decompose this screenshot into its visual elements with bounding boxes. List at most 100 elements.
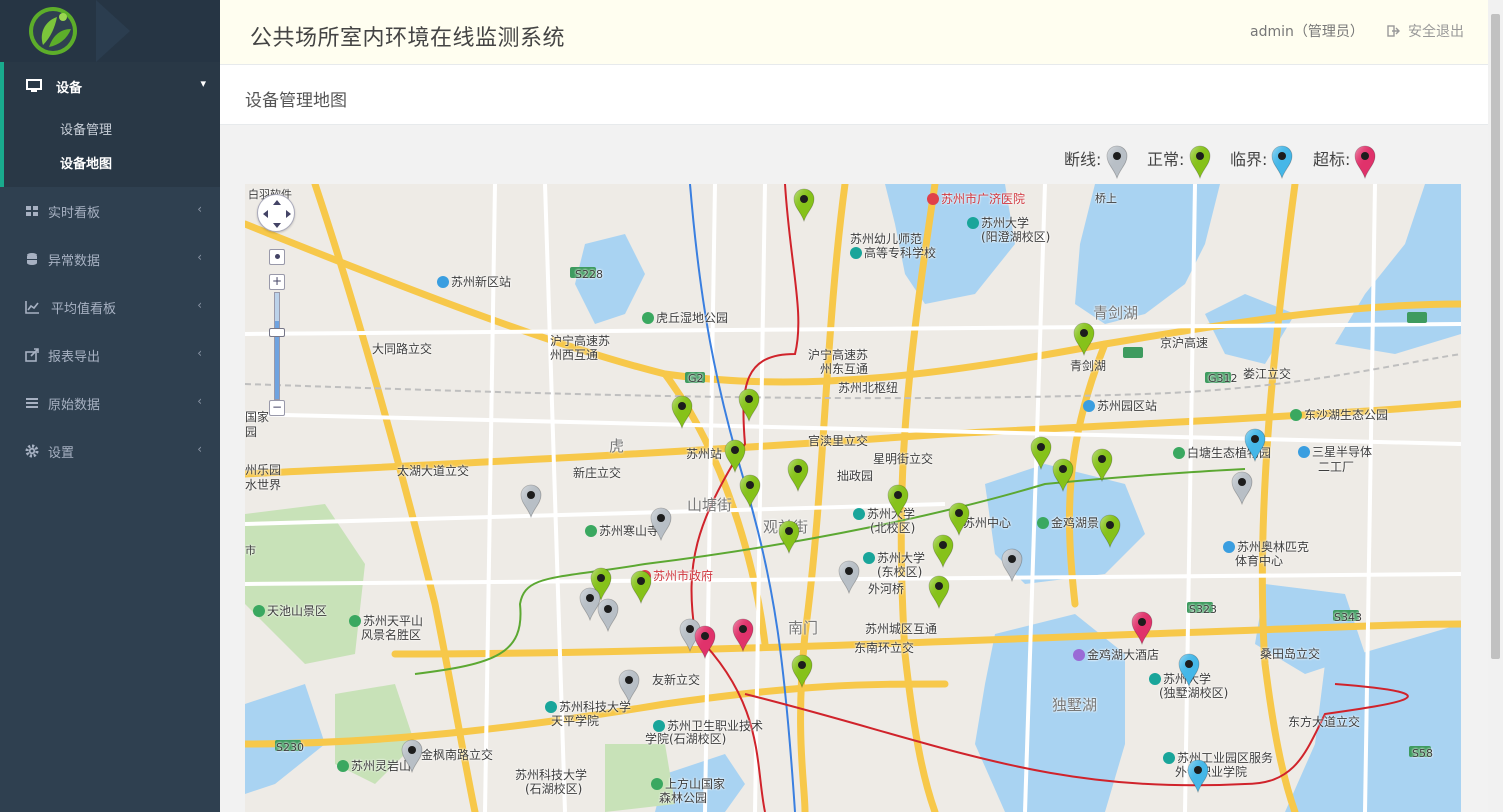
device-pin-offline[interactable] bbox=[519, 484, 543, 519]
map-marker-icon bbox=[1052, 458, 1074, 493]
device-pin-normal[interactable] bbox=[1029, 436, 1053, 471]
device-pin-offline[interactable] bbox=[837, 560, 861, 595]
device-pin-normal[interactable] bbox=[1051, 458, 1075, 493]
map-place-label-text: 森林公园 bbox=[659, 791, 708, 805]
sidebar-item-raw[interactable]: 原始数据 ‹ bbox=[0, 379, 220, 427]
poi-icon bbox=[1037, 517, 1049, 529]
device-pin-normal[interactable] bbox=[786, 458, 810, 493]
map-marker-icon bbox=[401, 739, 423, 774]
map-place-label-text: 高等专科学校 bbox=[864, 246, 937, 260]
device-pin-normal[interactable] bbox=[737, 388, 761, 423]
device-pin-offline[interactable] bbox=[617, 669, 641, 704]
device-pin-offline[interactable] bbox=[1000, 548, 1024, 583]
device-pin-offline[interactable] bbox=[1230, 471, 1254, 506]
map-place-label: S343 bbox=[1334, 611, 1362, 624]
map-place-label-text: 风景名胜区 bbox=[361, 628, 422, 642]
sidebar: 设备 ▾ 设备管理 设备地图 实时看板 ‹ 异常数据 ‹ 平均值看板 ‹ 报表导… bbox=[0, 0, 220, 812]
device-pin-normal[interactable] bbox=[1090, 448, 1114, 483]
device-map[interactable]: 苏州市广济医院 苏州大学 (阳澄湖校区) 苏州幼儿师范 高等专科学校 苏州新区站 S228 虎… bbox=[245, 184, 1461, 812]
device-pin-normal[interactable] bbox=[777, 520, 801, 555]
map-place-label-text: 星明街立交 bbox=[873, 452, 934, 466]
map-place-label-text: (阳澄湖校区) bbox=[981, 230, 1051, 244]
sidebar-item-settings[interactable]: 设置 ‹ bbox=[0, 427, 220, 475]
sidebar-item-label: 设置 bbox=[48, 446, 75, 461]
map-marker-icon bbox=[1030, 436, 1052, 471]
map-place-label: (北校区) bbox=[870, 519, 915, 536]
sidebar-item-abnormal[interactable]: 异常数据 ‹ bbox=[0, 235, 220, 283]
sidebar-item-export[interactable]: 报表导出 ‹ bbox=[0, 331, 220, 379]
device-pin-offline[interactable] bbox=[649, 507, 673, 542]
sidebar-subitem-device-map[interactable]: 设备地图 bbox=[60, 153, 112, 172]
map-place-label-text: 苏州城区互通 bbox=[865, 622, 938, 636]
device-pin-critical[interactable] bbox=[1186, 759, 1210, 794]
device-pin-offline[interactable] bbox=[596, 598, 620, 633]
map-place-label-text: 新庄立交 bbox=[573, 466, 622, 480]
poi-icon bbox=[642, 312, 654, 324]
legend-offline-pin-icon bbox=[1105, 145, 1129, 180]
device-pin-normal[interactable] bbox=[947, 502, 971, 537]
map-marker-icon bbox=[787, 458, 809, 493]
sign-out-icon bbox=[1387, 25, 1400, 37]
user-name[interactable]: admin（管理员） bbox=[1250, 21, 1364, 41]
device-pin-exceed[interactable] bbox=[693, 625, 717, 660]
page-scrollbar[interactable] bbox=[1488, 0, 1503, 812]
scrollbar-thumb[interactable] bbox=[1491, 14, 1500, 659]
device-pin-normal[interactable] bbox=[670, 395, 694, 430]
device-pin-normal[interactable] bbox=[1098, 514, 1122, 549]
poi-icon bbox=[253, 605, 265, 617]
device-pin-normal[interactable] bbox=[738, 474, 762, 509]
map-marker-icon bbox=[650, 507, 672, 542]
map-place-label-text: 京沪高速 bbox=[1160, 336, 1209, 350]
device-pin-critical[interactable] bbox=[1177, 653, 1201, 688]
poi-icon bbox=[585, 525, 597, 537]
map-place-label-text: 官渎里立交 bbox=[808, 434, 869, 448]
zoom-slider-handle[interactable] bbox=[269, 328, 285, 337]
map-marker-icon bbox=[724, 439, 746, 474]
device-pin-normal[interactable] bbox=[792, 188, 816, 223]
map-place-label-text: 虎丘湿地公园 bbox=[656, 311, 729, 325]
device-pin-offline[interactable] bbox=[400, 739, 424, 774]
chevron-down-icon: ▾ bbox=[200, 77, 206, 90]
map-place-label: 外河桥 bbox=[868, 580, 904, 597]
map-place-label-text: 桑田岛立交 bbox=[1260, 647, 1321, 661]
zoom-in-button[interactable]: + bbox=[269, 274, 285, 290]
sidebar-subitem-device-manage[interactable]: 设备管理 bbox=[60, 119, 112, 138]
map-place-label: 东方大道立交 bbox=[1288, 713, 1360, 730]
map-place-label-text: S323 bbox=[1189, 603, 1217, 616]
map-place-label: 拙政园 bbox=[837, 467, 873, 484]
zoom-slider-track[interactable] bbox=[274, 292, 280, 400]
zoom-out-button[interactable]: − bbox=[269, 400, 285, 416]
device-pin-normal[interactable] bbox=[886, 484, 910, 519]
map-marker-icon bbox=[928, 575, 950, 610]
map-place-label: 桑田岛立交 bbox=[1260, 645, 1320, 662]
device-pin-normal[interactable] bbox=[927, 575, 951, 610]
map-pan-control[interactable] bbox=[257, 194, 295, 232]
device-pin-normal[interactable] bbox=[1072, 322, 1096, 357]
device-pin-normal[interactable] bbox=[790, 654, 814, 689]
map-marker-icon bbox=[1091, 448, 1113, 483]
device-pin-exceed[interactable] bbox=[1130, 611, 1154, 646]
map-place-label-text: 东方大道立交 bbox=[1288, 715, 1361, 729]
device-pin-critical[interactable] bbox=[1243, 428, 1267, 463]
sidebar-item-device[interactable]: 设备 ▾ bbox=[4, 62, 224, 110]
locate-button[interactable] bbox=[269, 249, 285, 265]
map-marker-icon bbox=[739, 474, 761, 509]
map-place-label: 苏州市广济医院 bbox=[927, 190, 1025, 207]
device-pin-normal[interactable] bbox=[931, 534, 955, 569]
list-icon bbox=[26, 398, 38, 408]
device-pin-normal[interactable] bbox=[629, 570, 653, 605]
map-place-label-text: 青剑湖 bbox=[1093, 304, 1139, 322]
map-place-label-text: 太湖大道立交 bbox=[397, 464, 470, 478]
map-marker-icon bbox=[732, 618, 754, 653]
sidebar-item-label: 实时看板 bbox=[48, 206, 101, 221]
map-place-label-text: 东沙湖生态公园 bbox=[1304, 408, 1389, 422]
map-place-label: 青剑湖 bbox=[1093, 302, 1138, 323]
logout-button[interactable]: 安全退出 bbox=[1387, 21, 1464, 41]
device-pin-exceed[interactable] bbox=[731, 618, 755, 653]
sidebar-item-realtime[interactable]: 实时看板 ‹ bbox=[0, 187, 220, 235]
map-marker-icon bbox=[778, 520, 800, 555]
map-place-label-text: 苏州北枢纽 bbox=[838, 381, 899, 395]
sidebar-item-average[interactable]: 平均值看板 ‹ bbox=[0, 283, 220, 331]
device-pin-normal[interactable] bbox=[723, 439, 747, 474]
map-place-label: 虎丘湿地公园 bbox=[642, 309, 728, 326]
